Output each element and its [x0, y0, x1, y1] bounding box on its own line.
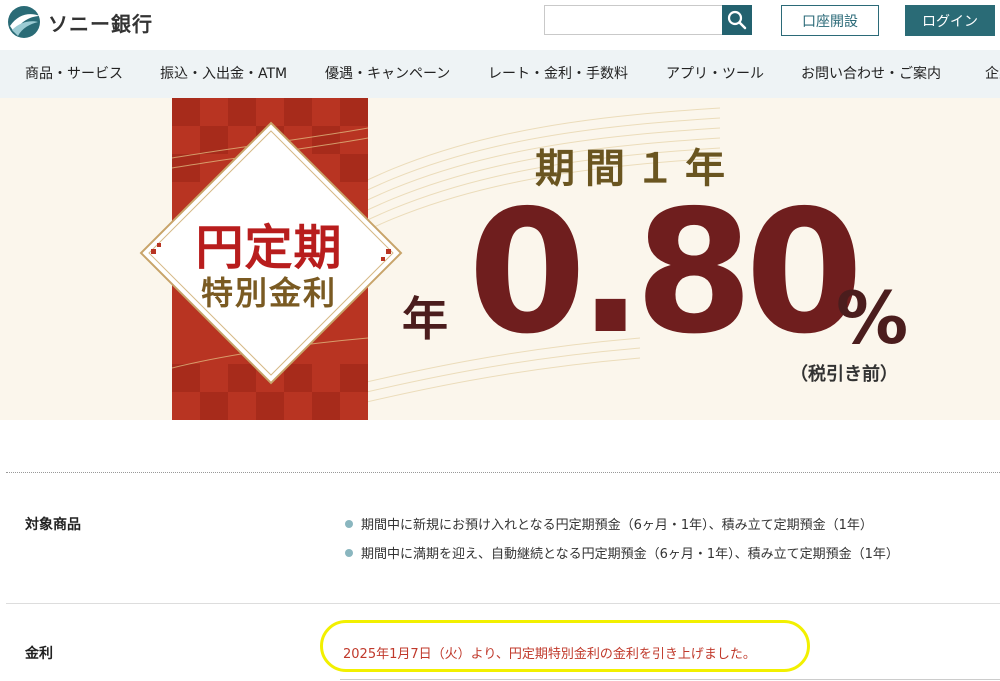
- sony-bank-logo-icon: [6, 4, 42, 40]
- annual-prefix: 年: [402, 292, 448, 346]
- search-icon: [727, 10, 747, 30]
- section-divider: [6, 603, 1000, 604]
- nav-item-transfer-atm[interactable]: 振込・入出金・ATM: [160, 50, 287, 98]
- brand-logo[interactable]: ソニー銀行: [6, 4, 153, 40]
- nav-item-products[interactable]: 商品・サービス: [25, 50, 123, 98]
- nav-item-apps-tools[interactable]: アプリ・ツール: [666, 50, 764, 98]
- account-open-button[interactable]: 口座開設: [781, 5, 879, 36]
- list-item: 期間中に満期を迎え、自動継続となる円定期預金（6ヶ月・1年）、積み立て定期預金（…: [345, 543, 899, 562]
- search-button[interactable]: [722, 5, 752, 35]
- rate-label: 金利: [25, 646, 53, 662]
- target-products-label: 対象商品: [25, 517, 81, 533]
- site-header: ソニー銀行 口座開設 ログイン: [0, 0, 1000, 50]
- search-input[interactable]: [544, 5, 722, 35]
- nav-item-corporate[interactable]: 企業: [985, 50, 1000, 98]
- target-item-text: 期間中に満期を迎え、自動継続となる円定期預金（6ヶ月・1年）、積み立て定期預金（…: [361, 547, 899, 562]
- nav-item-rates-fees[interactable]: レート・金利・手数料: [488, 50, 628, 98]
- campaign-banner[interactable]: 円定期 特別金利 期間１年 年 0.80 % （税引き前）: [0, 98, 1000, 420]
- login-button[interactable]: ログイン: [905, 5, 995, 36]
- nav-item-support[interactable]: お問い合わせ・ご案内: [801, 50, 941, 98]
- section-divider: [340, 679, 1000, 680]
- brand-name: ソニー銀行: [48, 11, 153, 36]
- bullet-icon: [345, 519, 353, 528]
- section-divider: [6, 472, 1000, 473]
- interest-rate: 0.80: [468, 174, 863, 372]
- highlight-annotation: [320, 620, 810, 672]
- main-nav: 商品・サービス 振込・入出金・ATM 優遇・キャンペーン レート・金利・手数料 …: [0, 50, 1000, 98]
- list-item: 期間中に新規にお預け入れとなる円定期預金（6ヶ月・1年）、積み立て定期預金（1年…: [345, 514, 873, 533]
- tax-note: （税引き前）: [790, 364, 898, 385]
- target-item-text: 期間中に新規にお預け入れとなる円定期預金（6ヶ月・1年）、積み立て定期預金（1年…: [361, 518, 873, 533]
- nav-item-campaigns[interactable]: 優遇・キャンペーン: [325, 50, 450, 98]
- percent-sign: %: [836, 276, 909, 360]
- badge-subtitle: 特別金利: [200, 274, 337, 312]
- bullet-icon: [345, 548, 353, 557]
